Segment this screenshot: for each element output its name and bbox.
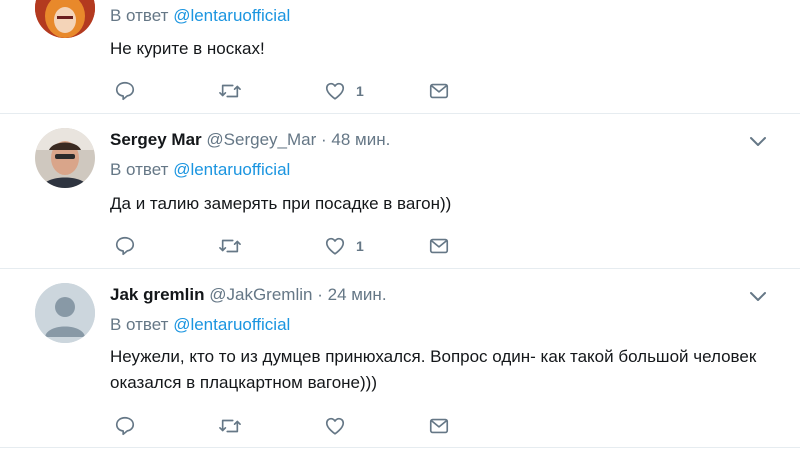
like-button[interactable]: 1: [324, 79, 364, 103]
reply-to: В ответ @lentaruofficial: [110, 315, 290, 335]
tweet[interactable]: В ответ @lentaruofficial Не курите в нос…: [0, 0, 800, 115]
like-button[interactable]: 1: [324, 234, 364, 258]
more-options-button[interactable]: [748, 289, 768, 308]
reply-button[interactable]: [114, 234, 136, 258]
reply-to-label: В ответ: [110, 315, 169, 334]
divider: [0, 447, 800, 448]
heart-icon: [325, 237, 345, 255]
reply-to: В ответ @lentaruofficial: [110, 6, 290, 26]
message-button[interactable]: [428, 79, 450, 103]
separator: ·: [317, 285, 323, 304]
tweet-text: Не курите в носках!: [110, 39, 265, 58]
timestamp[interactable]: 48 мин.: [331, 130, 390, 149]
retweet-icon: [219, 239, 241, 253]
reply-to-label: В ответ: [110, 6, 169, 25]
tweet[interactable]: Sergey Mar @Sergey_Mar · 48 мин. В ответ…: [0, 114, 800, 268]
mention-link[interactable]: @lentaruofficial: [173, 6, 290, 25]
retweet-icon: [219, 419, 241, 433]
heart-icon: [325, 82, 345, 100]
avatar[interactable]: [35, 283, 95, 343]
message-button[interactable]: [428, 234, 450, 258]
separator: ·: [321, 130, 327, 149]
timestamp[interactable]: 24 мин.: [328, 285, 387, 304]
chevron-down-icon: [750, 292, 766, 301]
username[interactable]: @Sergey_Mar: [206, 130, 316, 149]
envelope-icon: [429, 238, 449, 254]
retweet-icon: [219, 84, 241, 98]
tweet-actions: [110, 414, 470, 438]
reply-to: В ответ @lentaruofficial: [110, 160, 290, 180]
tweet-text: Неужели, кто то из думцев принюхался. Во…: [110, 347, 757, 392]
tweet-actions: 1: [110, 234, 470, 258]
envelope-icon: [429, 83, 449, 99]
retweet-button[interactable]: [218, 234, 242, 258]
envelope-icon: [429, 418, 449, 434]
avatar-orange-hair-icon: [35, 0, 95, 38]
reply-button[interactable]: [114, 414, 136, 438]
avatar-photo-icon: [35, 128, 95, 188]
chevron-down-icon: [750, 137, 766, 146]
tweet-header: Jak gremlin @JakGremlin · 24 мин.: [110, 285, 387, 305]
avatar[interactable]: [35, 0, 95, 38]
tweet-text: Да и талию замерять при посадке в вагон)…: [110, 194, 452, 213]
mention-link[interactable]: @lentaruofficial: [173, 315, 290, 334]
tweet-actions: 1: [110, 79, 470, 103]
reply-button[interactable]: [114, 79, 136, 103]
display-name[interactable]: Sergey Mar: [110, 130, 202, 149]
retweet-button[interactable]: [218, 79, 242, 103]
avatar[interactable]: [35, 128, 95, 188]
reply-icon: [115, 416, 135, 436]
like-count: 1: [356, 83, 364, 99]
username[interactable]: @JakGremlin: [209, 285, 312, 304]
mention-link[interactable]: @lentaruofficial: [173, 160, 290, 179]
reply-to-label: В ответ: [110, 160, 169, 179]
like-count: 1: [356, 238, 364, 254]
reply-icon: [115, 236, 135, 256]
heart-icon: [325, 417, 345, 435]
message-button[interactable]: [428, 414, 450, 438]
reply-icon: [115, 81, 135, 101]
like-button[interactable]: [324, 414, 356, 438]
default-avatar-icon: [35, 283, 95, 343]
tweet[interactable]: Jak gremlin @JakGremlin · 24 мин. В отве…: [0, 269, 800, 447]
display-name[interactable]: Jak gremlin: [110, 285, 205, 304]
tweet-header: Sergey Mar @Sergey_Mar · 48 мин.: [110, 130, 390, 150]
more-options-button[interactable]: [748, 134, 768, 153]
retweet-button[interactable]: [218, 414, 242, 438]
